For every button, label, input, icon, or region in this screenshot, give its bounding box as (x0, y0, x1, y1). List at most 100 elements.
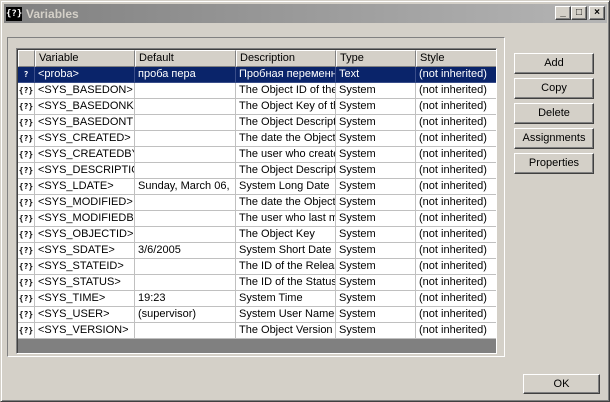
table-row[interactable]: {?} <SYS_SDATE> 3/6/2005 System Short Date S… (18, 243, 496, 259)
close-button[interactable]: × (589, 6, 605, 20)
cell-style: (not inherited) (416, 195, 496, 211)
cell-description: System Long Date (236, 179, 336, 195)
cell-variable: <SYS_STATEID> (35, 259, 135, 275)
table-row[interactable]: {?} <SYS_CREATEDBY> The user who created Sy… (18, 147, 496, 163)
table-row[interactable]: {?}<SYS_MODIFIEDBY> The user who last mSy… (18, 211, 496, 227)
cell-variable: <SYS_USER> (35, 307, 135, 323)
cell-type: System (336, 147, 416, 163)
cell-default (135, 131, 236, 147)
assignments-button[interactable]: Assignments (514, 128, 594, 149)
cell-type: System (336, 83, 416, 99)
table-row[interactable]: ? <proba>проба пераПробная переменнаяText… (18, 67, 496, 83)
row-icon-cell: {?} (18, 83, 35, 99)
variable-type-icon: {?} (18, 310, 34, 319)
table-row[interactable]: {?} <SYS_STATUS> The ID of the Status Syste… (18, 275, 496, 291)
column-header-type[interactable]: Type (336, 50, 416, 67)
ok-button[interactable]: OK (523, 374, 600, 394)
cell-variable: <SYS_SDATE> (35, 243, 135, 259)
variable-type-icon: {?} (18, 214, 34, 223)
variable-icon: {?} (6, 6, 23, 21)
cell-style: (not inherited) (416, 179, 496, 195)
cell-variable: <SYS_VERSION> (35, 323, 135, 339)
table-row[interactable]: {?}<SYS_BASEDONTITLE> The Object Descript… (18, 115, 496, 131)
delete-button[interactable]: Delete (514, 103, 594, 124)
cell-default: 3/6/2005 (135, 243, 236, 259)
column-header-description[interactable]: Description (236, 50, 336, 67)
table-row[interactable]: {?} <SYS_VERSION> The Object Version System… (18, 323, 496, 339)
column-header-default[interactable]: Default (135, 50, 236, 67)
cell-variable: <SYS_LDATE> (35, 179, 135, 195)
variable-type-icon: {?} (18, 294, 34, 303)
cell-default: 19:23 (135, 291, 236, 307)
cell-variable: <SYS_STATUS> (35, 275, 135, 291)
cell-default (135, 115, 236, 131)
variable-type-icon: {?} (18, 198, 34, 207)
cell-description: System Time (236, 291, 336, 307)
row-icon-cell: {?} (18, 323, 35, 339)
cell-description: Пробная переменная (236, 67, 336, 83)
cell-description: The Object Version (236, 323, 336, 339)
row-icon-cell: {?} (18, 291, 35, 307)
table-row[interactable]: {?} <SYS_TIME> 19:23 System Time System (not … (18, 291, 496, 307)
cell-description: The Object Description (236, 163, 336, 179)
cell-type: System (336, 163, 416, 179)
window-title: Variables (26, 6, 79, 21)
cell-style: (not inherited) (416, 83, 496, 99)
add-button[interactable]: Add (514, 53, 594, 74)
cell-variable: <SYS_OBJECTID> (35, 227, 135, 243)
variable-type-icon: {?} (18, 278, 34, 287)
cell-default (135, 211, 236, 227)
table-row[interactable]: {?} <SYS_CREATED> The date the Object Syste… (18, 131, 496, 147)
table-row[interactable]: {?}<SYS_BASEDONKEY> The Object Key of the… (18, 99, 496, 115)
cell-style: (not inherited) (416, 291, 496, 307)
variable-type-icon: {?} (18, 326, 34, 335)
cell-style: (not inherited) (416, 99, 496, 115)
cell-style: (not inherited) (416, 259, 496, 275)
cell-variable: <SYS_BASEDONTITLE> (35, 115, 135, 131)
cell-type: System (336, 291, 416, 307)
table-row[interactable]: {?} <SYS_OBJECTID> The Object Key System (no… (18, 227, 496, 243)
column-header-style[interactable]: Style (416, 50, 496, 67)
table-row[interactable]: {?} <SYS_LDATE> Sunday, March 06, System Lo… (18, 179, 496, 195)
variable-type-icon: {?} (18, 118, 34, 127)
table-row[interactable]: {?} <SYS_STATEID> The ID of the Release Sys… (18, 259, 496, 275)
variable-type-icon: {?} (18, 166, 34, 175)
maximize-button[interactable]: □ (571, 6, 587, 20)
table-row[interactable]: {?}<SYS_DESCRIPTION> The Object Descripti… (18, 163, 496, 179)
cell-variable: <SYS_MODIFIEDBY> (35, 211, 135, 227)
minimize-button[interactable]: _ (555, 6, 571, 20)
table-body: ? <proba>проба пераПробная переменнаяText… (18, 67, 496, 339)
variable-type-icon: {?} (18, 86, 34, 95)
variable-type-icon: {?} (18, 246, 34, 255)
cell-variable: <SYS_TIME> (35, 291, 135, 307)
cell-type: System (336, 99, 416, 115)
cell-description: The Object ID of the (236, 83, 336, 99)
column-header-icon[interactable] (18, 50, 35, 67)
variable-type-icon: {?} (18, 262, 34, 271)
column-header-variable[interactable]: Variable (35, 50, 135, 67)
table-row[interactable]: {?} <SYS_BASEDON> The Object ID of the Syst… (18, 83, 496, 99)
cell-description: The user who last m (236, 211, 336, 227)
cell-default (135, 195, 236, 211)
cell-description: System Short Date (236, 243, 336, 259)
table-header: Variable Default Description Type Style (18, 50, 496, 67)
properties-button[interactable]: Properties (514, 153, 594, 174)
table-row[interactable]: {?} <SYS_MODIFIED> The date the Object Syst… (18, 195, 496, 211)
copy-button[interactable]: Copy (514, 78, 594, 99)
cell-type: System (336, 307, 416, 323)
cell-description: The Object Key of the (236, 99, 336, 115)
title-bar[interactable]: {?} Variables _ □ × (4, 4, 607, 23)
row-icon-cell: {?} (18, 99, 35, 115)
variable-type-icon: {?} (18, 134, 34, 143)
row-icon-cell: {?} (18, 307, 35, 323)
cell-default (135, 99, 236, 115)
table-row[interactable]: {?} <SYS_USER> (supervisor) System User Nam… (18, 307, 496, 323)
variables-table[interactable]: Variable Default Description Type Style … (16, 48, 497, 354)
cell-type: System (336, 243, 416, 259)
cell-default: (supervisor) (135, 307, 236, 323)
variables-dialog: {?} Variables _ □ × Variable Default Des… (0, 0, 610, 402)
cell-description: The ID of the Release (236, 259, 336, 275)
cell-type: System (336, 131, 416, 147)
row-icon-cell: {?} (18, 211, 35, 227)
row-icon-cell: ? (18, 67, 35, 83)
